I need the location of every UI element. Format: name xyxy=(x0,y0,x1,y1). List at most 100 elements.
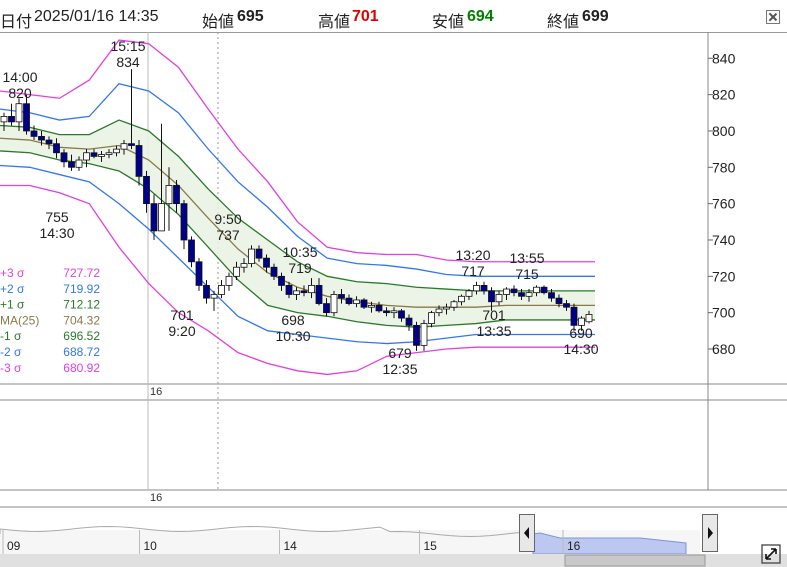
annotation-label: 737 xyxy=(216,227,240,243)
legend-value: 704.32 xyxy=(63,313,100,327)
y-tick-label: 740 xyxy=(712,232,736,248)
annotation-label: 10:35 xyxy=(282,244,317,260)
candle-body xyxy=(525,292,533,297)
candle-body xyxy=(203,285,210,299)
candle-body xyxy=(98,154,105,157)
y-tick-label: 780 xyxy=(712,159,736,175)
candle-body xyxy=(398,310,405,319)
legend-label: +1 σ xyxy=(0,298,25,312)
legend-label: MA(25) xyxy=(0,313,39,327)
candle-body xyxy=(135,145,143,177)
candle-body xyxy=(0,116,8,123)
scroll-thumb xyxy=(564,554,706,567)
candle-body xyxy=(458,295,465,303)
annotation-label: 755 xyxy=(45,209,69,225)
candle-body xyxy=(285,285,293,295)
candle-body xyxy=(240,263,248,268)
legend-value: 719.92 xyxy=(63,282,100,296)
candle-body xyxy=(60,152,68,163)
candle-body xyxy=(150,203,158,232)
price-chart: 1616 14:0082015:1583475514:309:507377019… xyxy=(0,32,787,567)
legend-label: +3 σ xyxy=(0,266,25,280)
day-label-upper: 16 xyxy=(150,386,162,398)
candle-body xyxy=(105,152,113,155)
annotation-label: 13:20 xyxy=(455,247,490,263)
candle-body xyxy=(15,103,23,123)
y-tick-label: 800 xyxy=(712,123,736,139)
candle-body xyxy=(113,148,120,154)
candle-body xyxy=(75,159,83,168)
legend-label: -3 σ xyxy=(0,361,22,375)
y-tick-label: 700 xyxy=(712,305,736,321)
annotation-label: 10:30 xyxy=(275,328,310,344)
candle-body xyxy=(83,152,90,161)
candle-body xyxy=(233,266,240,277)
candle-body xyxy=(555,297,563,304)
candle-body xyxy=(360,299,368,308)
candle-body xyxy=(480,285,488,292)
candle-body xyxy=(375,304,383,312)
candle-body xyxy=(8,116,15,123)
legend-value: 680.92 xyxy=(63,361,100,375)
candle-body xyxy=(53,143,60,154)
candle-body xyxy=(23,103,30,132)
candle-body xyxy=(428,312,435,324)
candle-body xyxy=(570,306,578,326)
candle-body xyxy=(128,143,135,146)
candle-body xyxy=(188,239,195,263)
candle-body xyxy=(548,292,555,299)
annotation-label: 719 xyxy=(288,260,312,276)
candle-body xyxy=(90,152,98,157)
candle-body xyxy=(308,285,315,294)
candle-body xyxy=(540,286,548,294)
day-label-lower: 16 xyxy=(150,492,162,504)
candle-body xyxy=(420,323,428,346)
nav-label: 16 xyxy=(567,539,581,553)
candle-body xyxy=(323,303,330,314)
candle-body xyxy=(120,143,128,150)
candle-body xyxy=(368,304,375,308)
candle-body xyxy=(473,285,480,292)
candle-body xyxy=(518,292,525,297)
candle-body xyxy=(45,139,53,145)
candle-body xyxy=(488,290,495,303)
candle-body xyxy=(300,290,308,294)
candle-body xyxy=(353,299,360,304)
annotation-label: 14:30 xyxy=(39,225,74,241)
y-tick-label: 840 xyxy=(712,50,736,66)
candle-body xyxy=(465,290,473,297)
legend-label: -1 σ xyxy=(0,329,22,343)
candle-body xyxy=(180,203,188,241)
candle-body xyxy=(533,286,540,294)
annotation-label: 701 xyxy=(170,307,194,323)
expand-icon[interactable] xyxy=(761,544,781,564)
legend-label: +2 σ xyxy=(0,282,25,296)
nav-label: 14 xyxy=(284,539,298,553)
candle-body xyxy=(330,294,338,314)
candle-body xyxy=(345,297,353,304)
annotation-label: 679 xyxy=(388,345,412,361)
candle-body xyxy=(405,317,413,326)
annotation-label: 12:35 xyxy=(382,361,417,377)
candle-body xyxy=(248,248,255,265)
y-tick-label: 720 xyxy=(712,268,736,284)
nav-right-handle[interactable] xyxy=(702,514,718,552)
candle-body xyxy=(563,303,570,308)
candle-body xyxy=(503,288,510,295)
candle-body xyxy=(38,136,45,141)
candle-body xyxy=(195,261,203,286)
candle-body xyxy=(255,248,263,259)
y-tick-label: 760 xyxy=(712,196,736,212)
legend-label: -2 σ xyxy=(0,345,22,359)
candle-body xyxy=(225,275,233,286)
candle-body xyxy=(143,175,150,205)
candle-body xyxy=(315,285,323,304)
candle-body xyxy=(173,185,180,205)
candle-body xyxy=(68,161,75,168)
candle-body xyxy=(158,203,165,232)
legend-value: 712.12 xyxy=(63,298,100,312)
candle-body xyxy=(585,314,593,323)
candle-body xyxy=(278,275,285,286)
annotation-label: 690 xyxy=(569,325,593,341)
nav-left-handle[interactable] xyxy=(519,514,535,552)
